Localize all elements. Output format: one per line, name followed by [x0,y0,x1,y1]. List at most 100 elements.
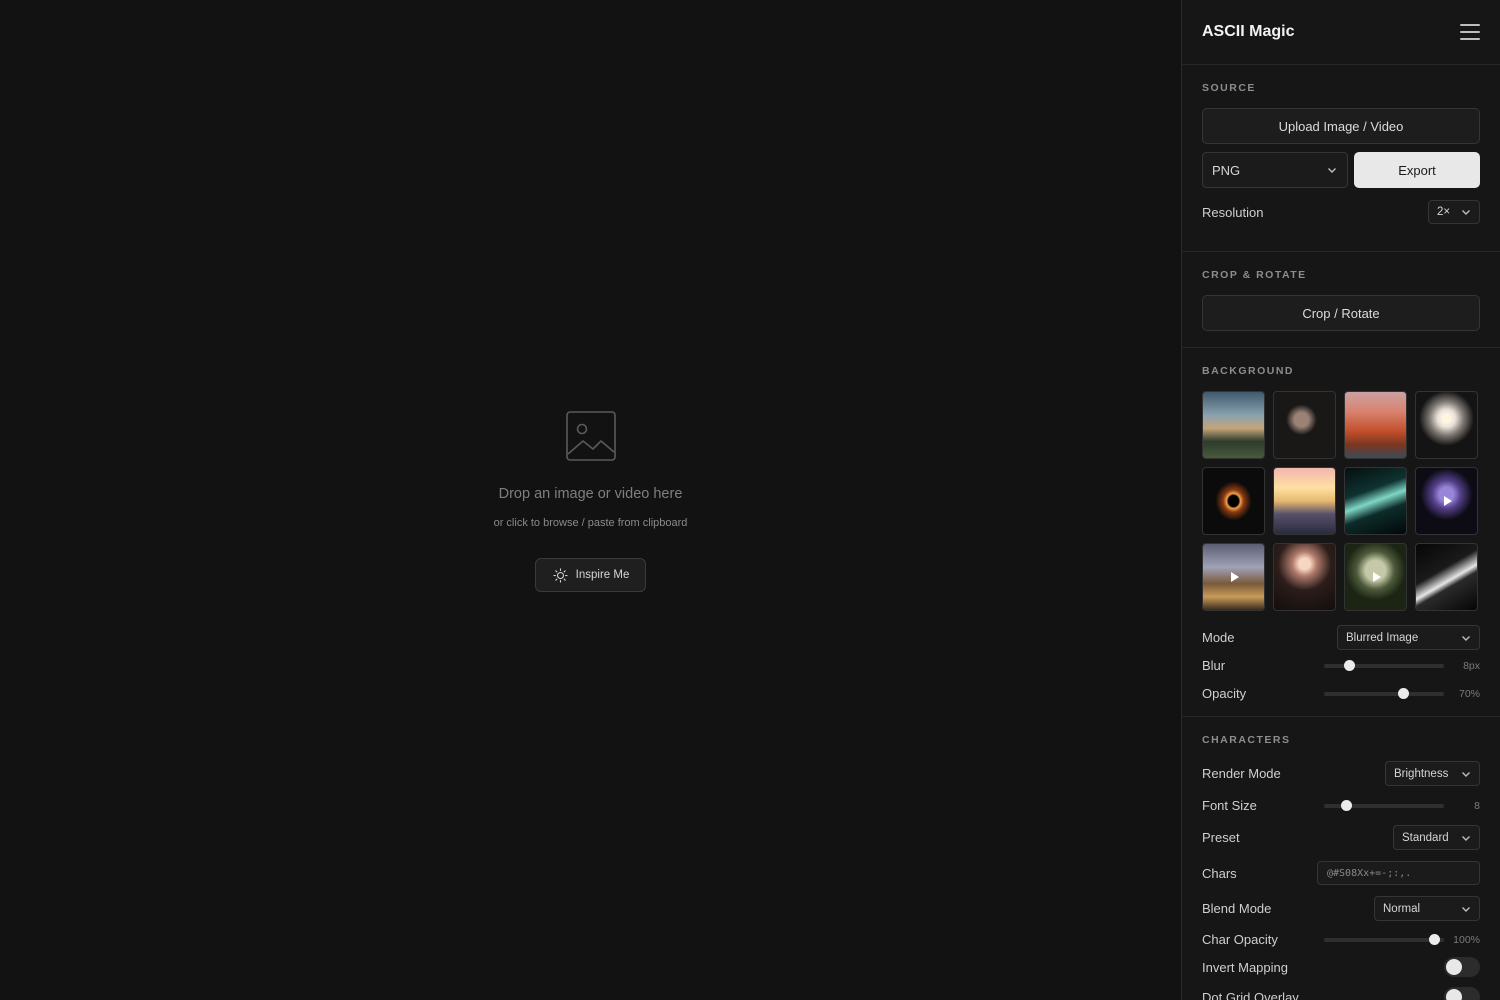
bg-thumb-sunset-forest[interactable] [1273,467,1336,535]
font-size-row: Font Size 8 [1202,798,1480,813]
bg-thumb-black-hole[interactable] [1202,467,1265,535]
export-button[interactable]: Export [1354,152,1480,188]
font-size-slider[interactable] [1324,800,1444,811]
dot-grid-row: Dot Grid Overlay [1202,987,1480,1000]
char-opacity-row: Char Opacity 100% [1202,932,1480,947]
bg-thumb-mountain-valley[interactable] [1202,543,1265,611]
blur-slider-knob[interactable] [1343,660,1355,671]
blend-mode-select[interactable]: Normal [1374,896,1480,921]
bg-thumb-purple-flower[interactable] [1415,467,1478,535]
preset-label: Preset [1202,830,1240,845]
background-thumbnail-grid [1202,391,1480,611]
blur-value: 8px [1463,659,1480,672]
char-opacity-slider-knob[interactable] [1428,934,1440,945]
play-icon [1230,572,1239,582]
opacity-row: Opacity 70% [1202,686,1480,701]
font-size-label: Font Size [1202,798,1257,813]
char-opacity-value: 100% [1453,933,1480,946]
bg-thumb-green-waves[interactable] [1344,467,1407,535]
lightbulb-icon [553,567,568,583]
preset-select-value: Standard [1402,831,1449,844]
font-size-slider-knob[interactable] [1341,800,1353,811]
mode-select[interactable]: Blurred Image [1337,625,1480,650]
panel-header: ASCII Magic [1182,0,1500,65]
background-heading: BACKGROUND [1202,365,1294,377]
play-icon [1372,572,1381,582]
settings-panel: ASCII Magic SOURCE Upload Image / Video … [1181,0,1500,1000]
app-root: Drop an image or video here or click to … [0,0,1500,1000]
opacity-slider-knob[interactable] [1398,688,1410,699]
mode-select-value: Blurred Image [1346,631,1419,644]
invert-mapping-toggle[interactable] [1444,957,1480,977]
mode-label: Mode [1202,630,1235,645]
mode-row: Mode Blurred Image [1202,625,1480,650]
play-icon [1443,496,1452,506]
toggle-knob [1446,959,1462,975]
inspire-me-button[interactable]: Inspire Me [534,558,647,592]
bg-thumb-red-mountains[interactable] [1344,391,1407,459]
chevron-down-icon [1462,635,1470,641]
bg-thumb-moon-mountains[interactable] [1344,543,1407,611]
resolution-select[interactable]: 2× [1428,200,1480,224]
drop-title: Drop an image or video here [498,486,683,502]
blur-slider[interactable] [1324,660,1444,671]
chevron-down-icon [1462,210,1470,215]
crop-heading: CROP & ROTATE [1202,269,1307,281]
bg-thumb-white-flower[interactable] [1415,391,1478,459]
bg-thumb-glowing-flower[interactable] [1273,543,1336,611]
invert-mapping-row: Invert Mapping [1202,957,1480,977]
render-mode-row: Render Mode Brightness [1202,761,1480,786]
crop-rotate-button[interactable]: Crop / Rotate [1202,295,1480,331]
char-opacity-slider[interactable] [1324,934,1444,945]
opacity-value: 70% [1458,687,1480,700]
chars-label: Chars [1202,865,1237,881]
resolution-label: Resolution [1202,204,1264,220]
drop-subtitle: or click to browse / paste from clipboar… [493,517,688,529]
chevron-down-icon [1462,835,1470,841]
chevron-down-icon [1328,168,1336,173]
chevron-down-icon [1462,771,1470,777]
characters-section: CHARACTERS Render Mode Brightness Font S… [1182,717,1500,1000]
preset-row: Preset Standard [1202,825,1480,850]
toggle-knob [1446,989,1462,1000]
chars-row: Chars @#S08Xx+=-;:,. [1202,861,1480,885]
render-mode-select-value: Brightness [1394,767,1449,780]
format-export-row: PNG Export [1202,152,1480,188]
resolution-select-value: 2× [1437,206,1451,218]
bg-thumb-dark-curve[interactable] [1415,543,1478,611]
dot-grid-toggle[interactable] [1444,987,1480,1000]
bg-thumb-portrait-woman[interactable] [1273,391,1336,459]
blur-label: Blur [1202,658,1226,673]
chars-input[interactable]: @#S08Xx+=-;:,. [1317,861,1480,885]
blend-mode-row: Blend Mode Normal [1202,896,1480,921]
preset-select[interactable]: Standard [1393,825,1480,850]
inspire-me-label: Inspire Me [575,569,630,581]
hamburger-menu-icon[interactable] [1460,24,1480,40]
image-placeholder-icon [565,411,616,461]
bg-thumb-landscape-clouds[interactable] [1202,391,1265,459]
resolution-row: Resolution 2× [1202,200,1480,224]
format-select[interactable]: PNG [1202,152,1348,188]
app-title: ASCII Magic [1202,23,1295,40]
source-section: SOURCE Upload Image / Video PNG Export R… [1182,65,1500,252]
source-heading: SOURCE [1202,82,1256,94]
dot-grid-label: Dot Grid Overlay [1202,989,1299,1000]
blend-mode-select-value: Normal [1383,902,1421,915]
format-select-value: PNG [1212,162,1241,178]
crop-section: CROP & ROTATE Crop / Rotate [1182,252,1500,348]
blur-row: Blur 8px [1202,658,1480,673]
characters-heading: CHARACTERS [1202,734,1291,746]
invert-mapping-label: Invert Mapping [1202,959,1288,975]
drop-zone[interactable]: Drop an image or video here or click to … [0,410,1181,592]
opacity-label: Opacity [1202,686,1247,701]
render-mode-label: Render Mode [1202,766,1281,781]
chevron-down-icon [1462,906,1470,912]
render-mode-select[interactable]: Brightness [1385,761,1480,786]
opacity-slider[interactable] [1324,688,1444,699]
char-opacity-label: Char Opacity [1202,932,1278,947]
upload-button[interactable]: Upload Image / Video [1202,108,1480,144]
font-size-value: 8 [1474,799,1480,812]
blend-mode-label: Blend Mode [1202,901,1272,916]
background-section: BACKGROUND Mode Blurred Image Blur 8px O… [1182,348,1500,717]
drop-canvas[interactable]: Drop an image or video here or click to … [0,0,1181,1000]
